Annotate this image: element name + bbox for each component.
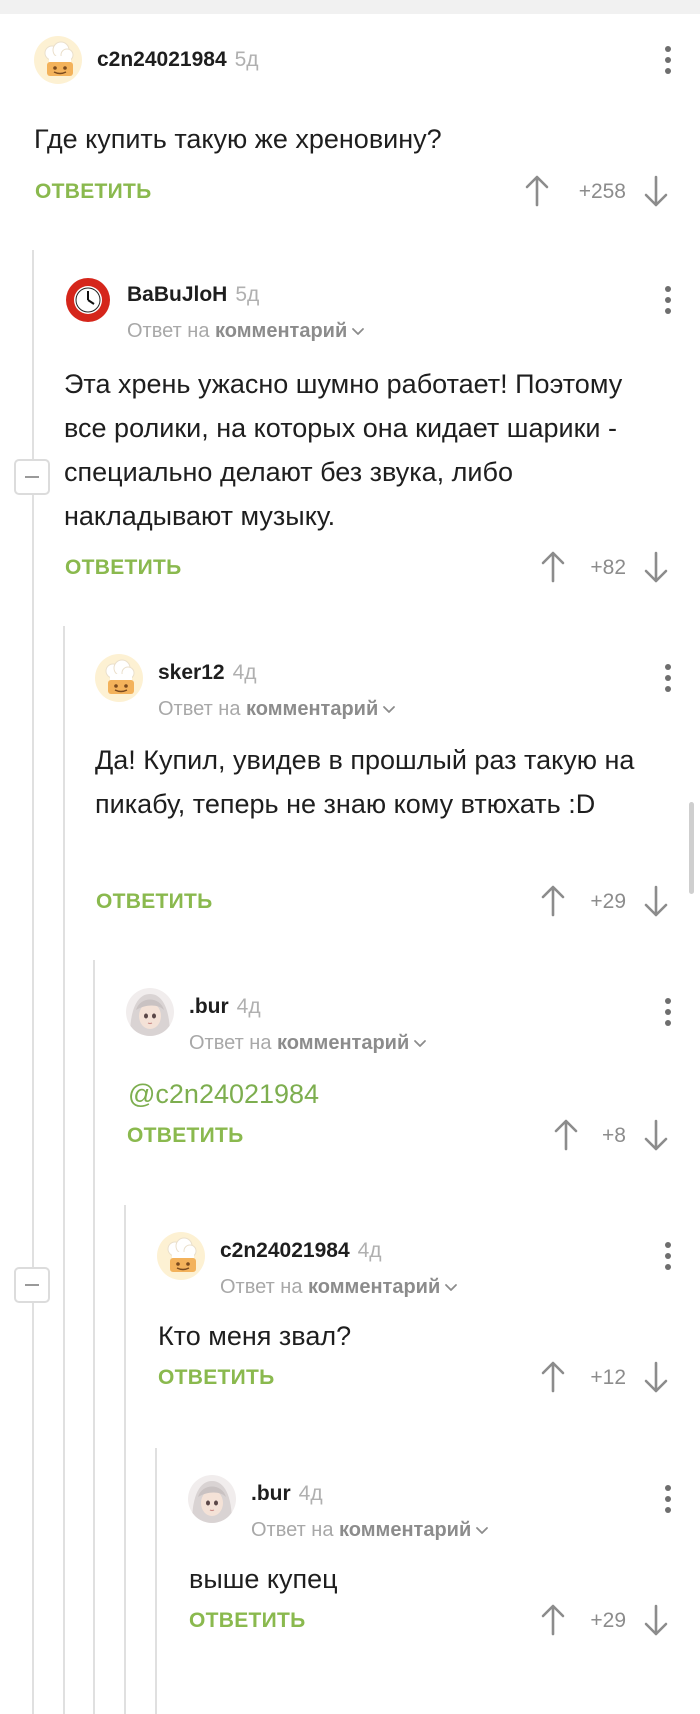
comment-time: 4д bbox=[357, 1239, 382, 1262]
comment: BaBuJloH 5д Ответ на комментарий Эта хрен… bbox=[64, 276, 700, 596]
anime-girl-avatar-icon bbox=[188, 1475, 236, 1523]
cook-avatar-icon bbox=[157, 1232, 205, 1280]
more-options-icon[interactable] bbox=[660, 282, 676, 322]
comment-time: 4д bbox=[232, 661, 257, 684]
downvote-arrow-icon[interactable] bbox=[643, 884, 669, 918]
reply-to-prefix: Ответ на bbox=[158, 698, 241, 720]
comment-text: Кто меня звал? bbox=[158, 1321, 352, 1351]
comment-author[interactable]: BaBuJloH bbox=[127, 283, 227, 306]
reply-button[interactable]: ОТВЕТИТЬ bbox=[65, 556, 182, 580]
thread-line bbox=[63, 626, 65, 1714]
comment-time: 4д bbox=[236, 995, 261, 1018]
reply-to: Ответ на комментарий bbox=[189, 1032, 427, 1055]
avatar[interactable] bbox=[157, 1232, 205, 1280]
comment: .bur 4д Ответ на комментарий @c2n24021984… bbox=[126, 988, 700, 1168]
comment-text: выше купец bbox=[189, 1564, 338, 1594]
reply-to: Ответ на комментарий bbox=[220, 1276, 458, 1299]
more-options-icon[interactable] bbox=[660, 994, 676, 1034]
avatar[interactable] bbox=[126, 988, 174, 1036]
more-options-icon[interactable] bbox=[660, 1238, 676, 1278]
comment-score: +258 bbox=[578, 180, 626, 203]
comment-text: Где купить такую же хреновину? bbox=[34, 124, 442, 154]
comment: c2n24021984 5д Где купить такую же хренов… bbox=[34, 36, 700, 216]
avatar[interactable] bbox=[34, 36, 82, 84]
chevron-down-icon[interactable] bbox=[382, 705, 396, 715]
comment-score: +82 bbox=[590, 556, 626, 579]
thread-line bbox=[93, 960, 95, 1714]
comment-score: +29 bbox=[590, 890, 626, 913]
downvote-arrow-icon[interactable] bbox=[643, 174, 669, 208]
chevron-down-icon[interactable] bbox=[413, 1039, 427, 1049]
reply-to-prefix: Ответ на bbox=[220, 1276, 303, 1298]
comment-author[interactable]: sker12 bbox=[158, 661, 225, 684]
reply-to: Ответ на комментарий bbox=[251, 1519, 489, 1542]
chevron-down-icon[interactable] bbox=[351, 327, 365, 337]
comment: c2n24021984 4д Ответ на комментарий Кто м… bbox=[157, 1232, 700, 1412]
reply-to-link[interactable]: комментарий bbox=[246, 698, 378, 720]
comment-time: 5д bbox=[235, 283, 260, 306]
thread-line bbox=[124, 1205, 126, 1714]
comment-author[interactable]: c2n24021984 bbox=[97, 48, 227, 71]
reply-to-prefix: Ответ на bbox=[189, 1032, 272, 1054]
scrollbar[interactable] bbox=[689, 802, 694, 894]
reply-to-link[interactable]: комментарий bbox=[215, 320, 347, 342]
top-bar bbox=[0, 0, 700, 14]
reply-button[interactable]: ОТВЕТИТЬ bbox=[127, 1124, 244, 1148]
reply-to: Ответ на комментарий bbox=[127, 320, 365, 343]
chevron-down-icon[interactable] bbox=[444, 1283, 458, 1293]
reply-to: Ответ на комментарий bbox=[158, 698, 396, 721]
reply-to-prefix: Ответ на bbox=[251, 1519, 334, 1541]
comment: sker12 4д Ответ на комментарий Да! Купил,… bbox=[95, 654, 700, 924]
comment-author[interactable]: .bur bbox=[251, 1482, 291, 1505]
thread-line bbox=[155, 1448, 157, 1714]
reply-to-prefix: Ответ на bbox=[127, 320, 210, 342]
reply-button[interactable]: ОТВЕТИТЬ bbox=[35, 180, 152, 204]
more-options-icon[interactable] bbox=[660, 42, 676, 82]
downvote-arrow-icon[interactable] bbox=[643, 1603, 669, 1637]
comment-score: +8 bbox=[602, 1124, 626, 1147]
downvote-arrow-icon[interactable] bbox=[643, 550, 669, 584]
avatar[interactable] bbox=[64, 276, 112, 324]
comment-text: Эта хрень ужасно шумно работает! Поэтому… bbox=[64, 369, 623, 531]
avatar[interactable] bbox=[188, 1475, 236, 1523]
comment-time: 4д bbox=[298, 1482, 323, 1505]
comment-text: Да! Купил, увидев в прошлый раз такую на… bbox=[95, 745, 635, 819]
downvote-arrow-icon[interactable] bbox=[643, 1360, 669, 1394]
downvote-arrow-icon[interactable] bbox=[643, 1118, 669, 1152]
comment-author[interactable]: .bur bbox=[189, 995, 229, 1018]
cook-avatar-icon bbox=[95, 654, 143, 702]
reply-button[interactable]: ОТВЕТИТЬ bbox=[158, 1366, 275, 1390]
reply-to-link[interactable]: комментарий bbox=[308, 1276, 440, 1298]
comment-time: 5д bbox=[234, 48, 259, 71]
avatar[interactable] bbox=[95, 654, 143, 702]
cook-avatar-icon bbox=[34, 36, 82, 84]
more-options-icon[interactable] bbox=[660, 660, 676, 700]
comment: .bur 4д Ответ на комментарий выше купец О… bbox=[188, 1475, 700, 1655]
reply-to-link[interactable]: комментарий bbox=[339, 1519, 471, 1541]
collapse-thread-button[interactable] bbox=[14, 1267, 50, 1303]
reply-button[interactable]: ОТВЕТИТЬ bbox=[189, 1609, 306, 1633]
mention-link[interactable]: @c2n24021984 bbox=[128, 1072, 319, 1116]
reply-to-link[interactable]: комментарий bbox=[277, 1032, 409, 1054]
clock-avatar-icon bbox=[64, 276, 112, 324]
comment-score: +29 bbox=[590, 1609, 626, 1632]
comment-author[interactable]: c2n24021984 bbox=[220, 1239, 350, 1262]
chevron-down-icon[interactable] bbox=[475, 1526, 489, 1536]
comment-score: +12 bbox=[590, 1366, 626, 1389]
collapse-thread-button[interactable] bbox=[14, 459, 50, 495]
anime-girl-avatar-icon bbox=[126, 988, 174, 1036]
more-options-icon[interactable] bbox=[660, 1481, 676, 1521]
reply-button[interactable]: ОТВЕТИТЬ bbox=[96, 890, 213, 914]
